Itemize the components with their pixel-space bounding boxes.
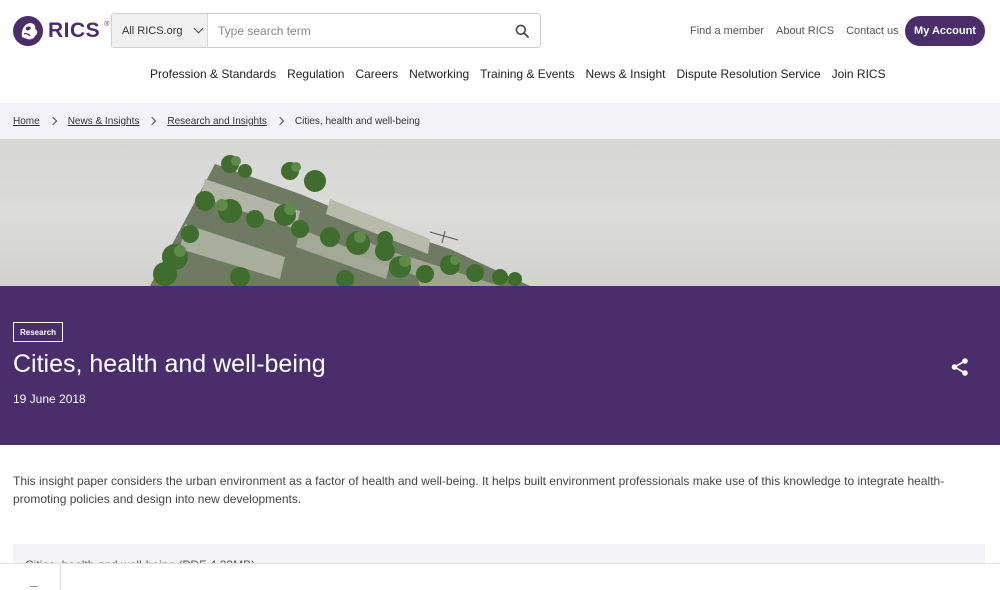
search-button[interactable]: [504, 14, 540, 47]
nav-item-networking[interactable]: Networking: [409, 67, 469, 81]
chevron-right-icon: [48, 116, 57, 126]
lion-logo-icon: [13, 16, 43, 46]
article-banner: Research Cities, health and well-being 1…: [0, 286, 1000, 445]
contact-us-link[interactable]: Contact us: [846, 25, 899, 37]
nav-item-join-rics[interactable]: Join RICS: [832, 67, 886, 81]
publish-date: 19 June 2018: [13, 392, 86, 406]
search-input[interactable]: [208, 14, 504, 47]
content-type-badge: Research: [13, 322, 64, 342]
find-member-link[interactable]: Find a member: [690, 25, 764, 37]
nav-item-profession-standards[interactable]: Profession & Standards: [150, 67, 276, 81]
chevron-right-icon: [148, 116, 157, 126]
nav-item-training-events[interactable]: Training & Events: [480, 67, 574, 81]
breadcrumb-news-insights[interactable]: News & Insights: [68, 116, 140, 127]
hero-image: [0, 139, 1000, 286]
search-bar: All RICS.org: [111, 13, 541, 48]
breadcrumb: Home News & Insights Research and Insigh…: [0, 103, 1000, 139]
bottom-bar: [0, 563, 1000, 590]
breadcrumb-current: Cities, health and well-being: [294, 115, 420, 127]
bottom-bar-divider: [60, 564, 61, 590]
rics-logo[interactable]: RICS ®: [12, 15, 109, 47]
my-account-button[interactable]: My Account: [905, 16, 985, 46]
search-scope-label: All RICS.org: [122, 24, 183, 37]
nav-item-careers[interactable]: Careers: [355, 67, 398, 81]
article-intro: This insight paper considers the urban e…: [13, 474, 945, 506]
search-scope-select[interactable]: All RICS.org: [112, 14, 208, 47]
about-rics-link[interactable]: About RICS: [776, 25, 834, 37]
site-header: RICS ® All RICS.org Find a member About …: [0, 0, 1000, 103]
breadcrumb-research-insights[interactable]: Research and Insights: [167, 116, 267, 127]
green-building-illustration: [150, 155, 530, 286]
chevron-down-icon: [193, 23, 203, 34]
nav-item-dispute-resolution[interactable]: Dispute Resolution Service: [676, 67, 820, 81]
chevron-up-icon[interactable]: [30, 586, 38, 590]
nav-item-news-insight[interactable]: News & Insight: [585, 67, 665, 81]
chevron-right-icon: [275, 116, 285, 126]
page-title: Cities, health and well-being: [13, 350, 326, 378]
main-nav: Profession & Standards Regulation Career…: [150, 67, 886, 81]
utility-links: Find a member About RICS Contact us: [690, 25, 899, 37]
nav-item-regulation[interactable]: Regulation: [287, 67, 344, 81]
registered-mark: ®: [104, 21, 110, 28]
search-icon: [515, 24, 529, 38]
share-icon[interactable]: [950, 357, 970, 377]
breadcrumb-home[interactable]: Home: [13, 116, 40, 127]
logo-wordmark: RICS: [48, 19, 101, 42]
